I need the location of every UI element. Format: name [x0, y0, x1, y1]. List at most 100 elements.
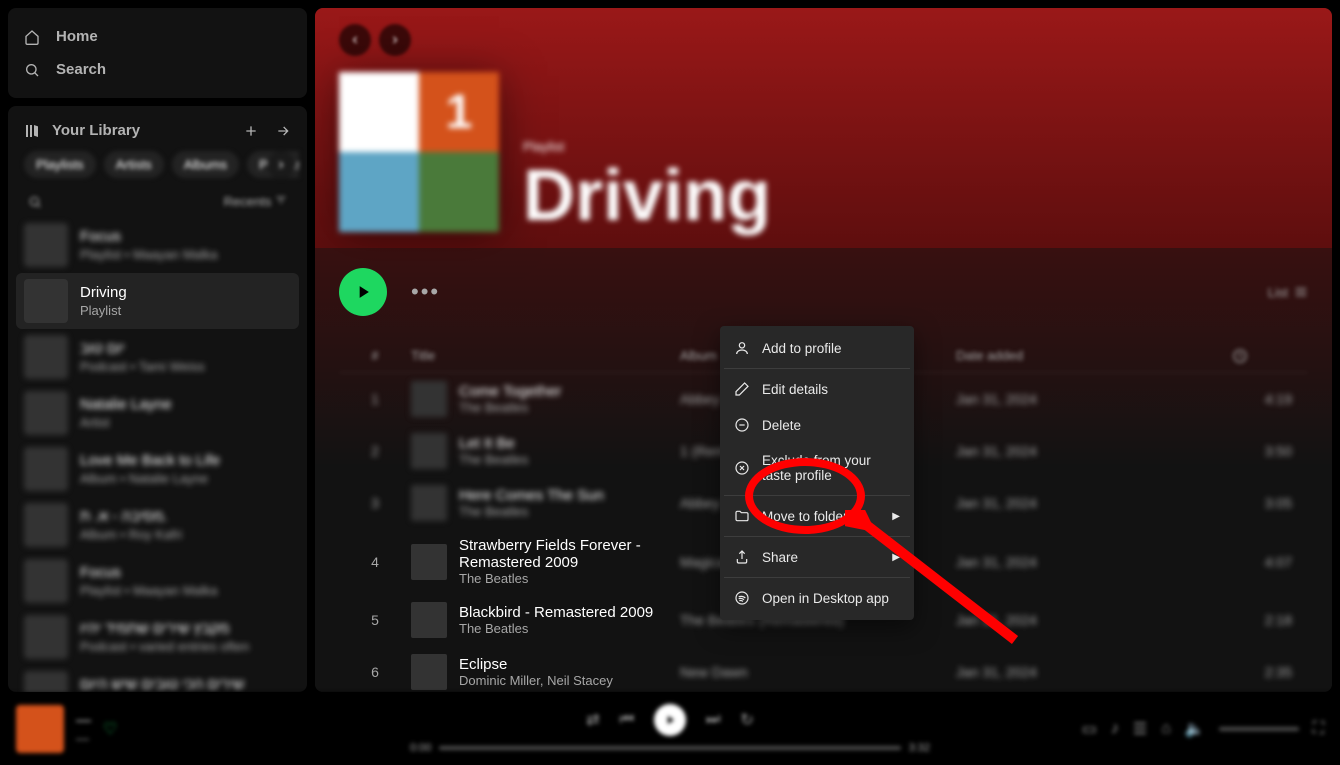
nav-search[interactable]: Search — [24, 53, 291, 86]
track-row[interactable]: 6 Eclipse Dominic Miller, Neil Stacey Ne… — [339, 646, 1308, 692]
search-icon — [24, 62, 40, 78]
track-date: Jan 31, 2024 — [956, 612, 1216, 628]
track-artist[interactable]: The Beatles — [459, 621, 653, 636]
ctx-edit-label: Edit details — [762, 382, 828, 397]
profile-icon — [734, 340, 750, 356]
playlist-cover[interactable]: 1 — [339, 72, 499, 232]
repeat-icon[interactable]: ↻ — [740, 710, 753, 730]
library-item[interactable]: Driving Playlist — [16, 273, 299, 329]
folder-icon — [734, 508, 750, 524]
next-icon[interactable]: ⏭ — [706, 711, 720, 729]
playlist-hero: ‹ › 1 Playlist Driving — [315, 8, 1332, 248]
library-item-name: מסיבה - א. ת. — [80, 508, 182, 525]
ctx-share[interactable]: Share ▶ — [724, 539, 910, 575]
library-item-cover — [24, 391, 68, 435]
pencil-icon — [734, 381, 750, 397]
player-play-button[interactable] — [654, 704, 686, 736]
library-expand-icon[interactable] — [275, 123, 291, 139]
track-date: Jan 31, 2024 — [956, 664, 1216, 680]
library-item[interactable]: מסיבה - א. ת. Album • Roy Kafri — [16, 497, 299, 553]
track-artist[interactable]: Dominic Miller, Neil Stacey — [459, 673, 613, 688]
fullscreen-icon[interactable]: ⛶ — [1313, 720, 1324, 738]
chips-scroll-right[interactable]: › — [267, 151, 295, 179]
track-cover — [411, 433, 447, 469]
track-index: 4 — [355, 554, 395, 570]
now-playing-artist[interactable]: — — [76, 731, 91, 746]
more-options-button[interactable]: ••• — [411, 279, 440, 305]
track-title[interactable]: Eclipse — [459, 656, 613, 673]
nav-forward[interactable]: › — [379, 24, 411, 56]
track-title[interactable]: Blackbird - Remastered 2009 — [459, 604, 653, 621]
ctx-move-folder[interactable]: Move to folder ▶ — [724, 498, 910, 534]
library-item[interactable]: מקבץ שירים שתמיד יהיו Podcast • varied e… — [16, 609, 299, 665]
shuffle-icon[interactable]: ⇄ — [586, 710, 599, 730]
track-artist[interactable]: The Beatles — [459, 504, 604, 519]
library-item[interactable]: Focus Playlist • Maayan Malka — [16, 553, 299, 609]
ctx-exclude[interactable]: Exclude from your taste profile — [724, 443, 910, 493]
view-toggle[interactable]: List — [1268, 285, 1308, 300]
library-add-icon[interactable] — [243, 123, 259, 139]
track-album[interactable]: New Dawn — [680, 664, 940, 680]
library-item-name: Focus — [80, 228, 218, 245]
library-item[interactable]: Focus Playlist • Maayan Malka — [16, 217, 299, 273]
chevron-right-icon: ▶ — [892, 511, 900, 522]
library-toggle[interactable]: Your Library — [24, 122, 140, 139]
player-bar: — — ♡ ⇄ ⏮ ⏭ ↻ 0:00 3:32 ▭ ♪ ☰ ⌂ 🔈 ⛶ — [0, 693, 1340, 765]
library-item-sub: Artist — [80, 415, 172, 430]
chip-albums[interactable]: Albums — [172, 151, 239, 178]
ctx-add-to-profile[interactable]: Add to profile — [724, 330, 910, 366]
track-duration: 3:50 — [1232, 443, 1292, 459]
library-list: Focus Playlist • Maayan Malka Driving Pl… — [16, 217, 299, 692]
ctx-delete[interactable]: Delete — [724, 407, 910, 443]
library-item-name: Natalie Layne — [80, 396, 172, 413]
like-icon[interactable]: ♡ — [103, 719, 117, 739]
ctx-add-to-profile-label: Add to profile — [762, 341, 842, 356]
now-playing-title[interactable]: — — [76, 712, 91, 729]
queue-icon[interactable]: ☰ — [1133, 719, 1147, 739]
ctx-open-desktop[interactable]: Open in Desktop app — [724, 580, 910, 616]
track-title[interactable]: Come Together — [459, 383, 561, 400]
track-cover — [411, 654, 447, 690]
library-icon — [24, 123, 40, 139]
library-item[interactable]: Love Me Back to Life Album • Natalie Lay… — [16, 441, 299, 497]
nav-home-label: Home — [56, 28, 98, 45]
chip-artists[interactable]: Artists — [104, 151, 164, 178]
nav-search-label: Search — [56, 61, 106, 78]
ctx-edit-details[interactable]: Edit details — [724, 371, 910, 407]
prev-icon[interactable]: ⏮ — [620, 711, 634, 729]
library-item[interactable]: יום טוב Podcast • Tami Weiss — [16, 329, 299, 385]
track-duration: 2:18 — [1232, 612, 1292, 628]
volume-icon[interactable]: 🔈 — [1185, 719, 1205, 739]
play-button[interactable] — [339, 268, 387, 316]
track-cover — [411, 485, 447, 521]
lyrics-icon[interactable]: ♪ — [1111, 720, 1119, 738]
now-playing-view-icon[interactable]: ▭ — [1082, 719, 1097, 739]
chip-playlists[interactable]: Playlists — [24, 151, 96, 178]
track-title[interactable]: Let It Be — [459, 435, 528, 452]
time-total: 3:32 — [909, 742, 930, 754]
devices-icon[interactable]: ⌂ — [1161, 720, 1171, 738]
track-artist[interactable]: The Beatles — [459, 571, 664, 586]
library-item[interactable]: Natalie Layne Artist — [16, 385, 299, 441]
library-search-icon[interactable] — [28, 195, 42, 209]
track-duration: 2:35 — [1232, 664, 1292, 680]
library-chips: Playlists Artists Albums Podcasts & Show… — [16, 151, 299, 190]
track-title[interactable]: Here Comes The Sun — [459, 487, 604, 504]
now-playing-cover[interactable] — [16, 705, 64, 753]
library-item[interactable]: שירים הכי טובים שיש היום Album • Various… — [16, 665, 299, 692]
library-item-sub: Playlist • Maayan Malka — [80, 583, 218, 598]
track-title[interactable]: Strawberry Fields Forever - Remastered 2… — [459, 537, 664, 571]
library-item-cover — [24, 335, 68, 379]
track-artist[interactable]: The Beatles — [459, 452, 528, 467]
col-date[interactable]: Date added — [956, 348, 1216, 364]
track-artist[interactable]: The Beatles — [459, 400, 561, 415]
library-sort[interactable]: Recents — [224, 194, 287, 209]
volume-bar[interactable] — [1219, 727, 1299, 731]
col-title[interactable]: Title — [411, 348, 664, 364]
library-item-name: Love Me Back to Life — [80, 452, 220, 469]
library-item-name: Focus — [80, 564, 218, 581]
nav-back[interactable]: ‹ — [339, 24, 371, 56]
progress-bar[interactable] — [439, 746, 900, 750]
nav-home[interactable]: Home — [24, 20, 291, 53]
col-duration[interactable] — [1232, 348, 1292, 364]
